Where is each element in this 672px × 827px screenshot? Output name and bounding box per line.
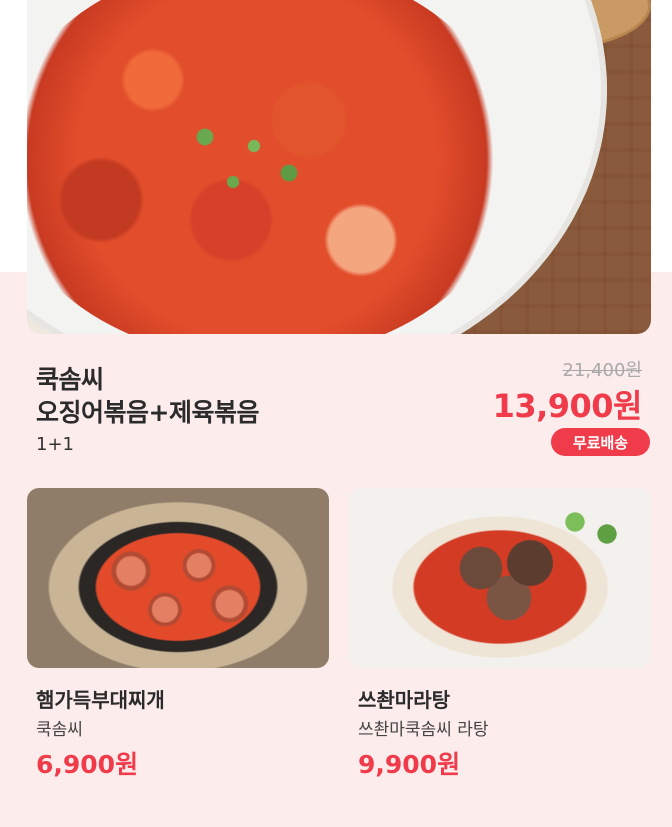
featured-option-text: 1+1 — [36, 434, 74, 455]
sale-price: 13,900원 — [492, 387, 643, 425]
original-price: 21,400원 — [562, 360, 642, 381]
product-card-price: 6,900원 — [36, 750, 139, 779]
featured-brand-title[interactable]: 쿡솜씨 — [36, 360, 104, 396]
product-card-price: 9,900원 — [358, 750, 461, 779]
bok-choy-garnish-image — [551, 498, 631, 558]
scallion-garnish-image — [177, 110, 317, 200]
featured-product-title[interactable]: 오징어볶음+제육볶음 — [36, 393, 259, 429]
product-card-image-budae-jjigae[interactable] — [27, 488, 329, 668]
free-shipping-badge: 무료배송 — [551, 428, 650, 456]
sausage-stew-food-image — [97, 538, 267, 648]
featured-product-image[interactable] — [27, 0, 651, 334]
product-card-title[interactable]: 쓰촨마라탕 — [358, 684, 450, 713]
product-card-title[interactable]: 햄가득부대찌개 — [36, 684, 165, 713]
product-card-subtitle: 쿡솜씨 — [36, 720, 83, 740]
product-card-image-malatang[interactable] — [349, 488, 651, 668]
product-card-subtitle: 쓰촨마쿡솜씨 라탕 — [358, 720, 489, 740]
